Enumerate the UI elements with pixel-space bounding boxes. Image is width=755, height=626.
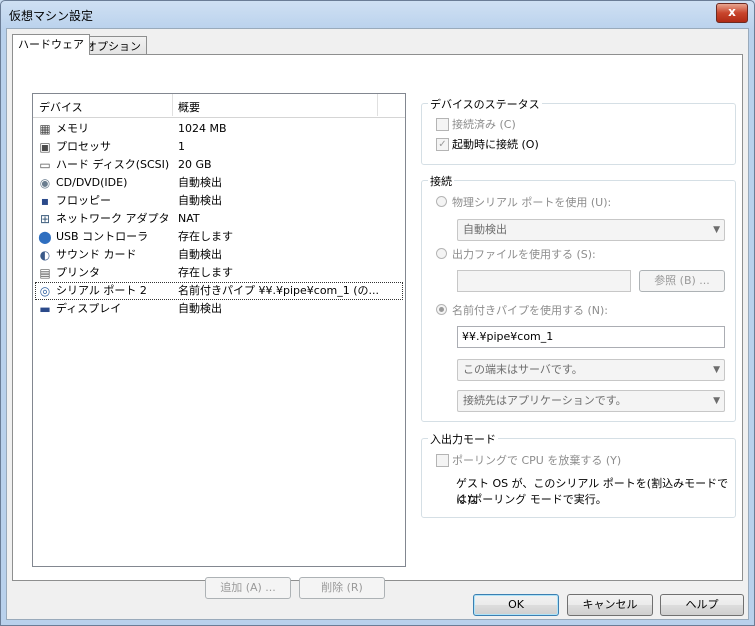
device-summary: 存在します xyxy=(178,230,233,243)
named-pipe-input[interactable]: ¥¥.¥pipe¥com_1 xyxy=(457,326,725,348)
pipe-other-end-value: 接続先はアプリケーションです。 xyxy=(463,394,627,407)
dialog-window: 仮想マシン設定 x ハードウェア オプション デバイス 概要 ▦ メモリ 1024 … xyxy=(0,0,755,626)
connect-at-power-on-label: 起動時に接続 (O) xyxy=(452,138,539,151)
column-divider[interactable] xyxy=(172,94,173,116)
device-row[interactable]: ▪ フロッピー 自動検出 xyxy=(35,192,403,210)
device-row[interactable]: ▤ プリンタ 存在します xyxy=(35,264,403,282)
device-name: CD/DVD(IDE) xyxy=(56,176,128,189)
memory-icon: ▦ xyxy=(39,122,51,136)
physical-port-label: 物理シリアル ポートを使用 (U): xyxy=(452,196,612,209)
physical-port-value: 自動検出 xyxy=(463,223,507,236)
physical-port-radio-circle[interactable] xyxy=(436,196,447,207)
device-name: ネットワーク アダプタ xyxy=(56,212,170,225)
device-summary: 自動検出 xyxy=(178,248,222,261)
named-pipe-radio-circle[interactable] xyxy=(436,304,447,315)
remove-device-button[interactable]: 削除 (R) xyxy=(299,577,385,599)
device-summary: 20 GB xyxy=(178,158,212,171)
named-pipe-label: 名前付きパイプを使用する (N): xyxy=(452,304,609,317)
device-name: シリアル ポート 2 xyxy=(56,284,147,297)
printer-icon: ▤ xyxy=(39,266,51,280)
physical-port-select[interactable]: 自動検出 ▼ xyxy=(457,219,725,241)
device-name: プロセッサ xyxy=(56,140,111,153)
serial-port-icon: ◎ xyxy=(39,284,51,298)
checkmark-icon[interactable]: ✓ xyxy=(436,138,449,151)
output-file-input[interactable] xyxy=(457,270,631,292)
pipe-end-value: この端末はサーバです。 xyxy=(463,363,583,376)
device-summary: 1 xyxy=(178,140,185,153)
close-button[interactable]: x xyxy=(716,3,748,23)
device-name: USB コントローラ xyxy=(56,230,149,243)
display-icon: ▬ xyxy=(39,302,51,316)
dialog-client: ハードウェア オプション デバイス 概要 ▦ メモリ 1024 MB ▣ プロセッサ 1 ▭… xyxy=(6,28,749,620)
usb-icon: ⬤ xyxy=(38,230,52,244)
device-summary: NAT xyxy=(178,212,200,225)
device-status-group: デバイスのステータス 接続済み (C) ✓ 起動時に接続 (O) xyxy=(421,96,736,165)
device-row[interactable]: ⬤ USB コントローラ 存在します xyxy=(35,228,403,246)
column-device-header[interactable]: デバイス xyxy=(39,99,83,115)
floppy-icon: ▪ xyxy=(40,194,50,208)
device-summary: 自動検出 xyxy=(178,302,222,315)
column-summary-header[interactable]: 概要 xyxy=(178,99,200,115)
device-row[interactable]: ◉ CD/DVD(IDE) 自動検出 xyxy=(35,174,403,192)
device-summary: 1024 MB xyxy=(178,122,227,135)
network-adapter-icon: ⊞ xyxy=(39,212,51,226)
device-status-title: デバイスのステータス xyxy=(428,96,542,112)
device-summary: 自動検出 xyxy=(178,176,222,189)
pipe-other-end-select[interactable]: 接続先はアプリケーションです。 ▼ xyxy=(457,390,725,412)
device-name: プリンタ xyxy=(56,266,100,279)
device-row[interactable]: ▦ メモリ 1024 MB xyxy=(35,120,403,138)
tab-options[interactable]: オプション xyxy=(80,36,147,55)
sound-card-icon: ◐ xyxy=(39,248,51,262)
hardware-panel: デバイス 概要 ▦ メモリ 1024 MB ▣ プロセッサ 1 ▭ ハード ディスク(SCSI… xyxy=(12,54,743,599)
device-list-header: デバイス 概要 xyxy=(33,94,405,118)
add-device-button[interactable]: 追加 (A) ... xyxy=(205,577,291,599)
polling-check-box[interactable] xyxy=(436,454,449,467)
device-row[interactable]: ⊞ ネットワーク アダプタ NAT xyxy=(35,210,403,228)
connected-label: 接続済み (C) xyxy=(452,118,516,131)
pipe-end-select[interactable]: この端末はサーバです。 ▼ xyxy=(457,359,725,381)
device-summary: 自動検出 xyxy=(178,194,222,207)
help-button[interactable]: ヘルプ xyxy=(660,594,744,616)
tab-hardware[interactable]: ハードウェア xyxy=(12,34,90,55)
polling-label: ポーリングで CPU を放棄する (Y) xyxy=(452,454,622,467)
device-summary: 名前付きパイプ ¥¥.¥pipe¥com_1 (の... xyxy=(178,284,380,297)
device-name: ハード ディスク(SCSI) xyxy=(56,158,170,171)
window-title: 仮想マシン設定 xyxy=(9,9,94,23)
processor-icon: ▣ xyxy=(39,140,51,154)
device-row[interactable]: ▣ プロセッサ 1 xyxy=(35,138,403,156)
output-file-label: 出力ファイルを使用する (S): xyxy=(452,248,596,261)
device-row[interactable]: ▬ ディスプレイ 自動検出 xyxy=(35,300,403,318)
ok-button[interactable]: OK xyxy=(473,594,559,616)
chevron-down-icon: ▼ xyxy=(713,365,720,375)
device-list[interactable]: デバイス 概要 ▦ メモリ 1024 MB ▣ プロセッサ 1 ▭ ハード ディスク(SCSI… xyxy=(32,93,406,567)
cancel-button[interactable]: キャンセル xyxy=(567,594,653,616)
device-row[interactable]: ▭ ハード ディスク(SCSI) 20 GB xyxy=(35,156,403,174)
device-name: サウンド カード xyxy=(56,248,137,261)
polling-description-line2: く)ポーリング モードで実行。 xyxy=(456,493,607,506)
connected-check-box[interactable] xyxy=(436,118,449,131)
column-divider[interactable] xyxy=(377,94,378,116)
io-mode-title: 入出力モード xyxy=(428,431,498,447)
device-row[interactable]: ◐ サウンド カード 自動検出 xyxy=(35,246,403,264)
chevron-down-icon: ▼ xyxy=(713,225,720,235)
connection-title: 接続 xyxy=(428,173,454,189)
device-name: ディスプレイ xyxy=(56,302,122,315)
hard-disk-icon: ▭ xyxy=(39,158,51,172)
device-summary: 存在します xyxy=(178,266,233,279)
cd-dvd-icon: ◉ xyxy=(39,176,51,190)
chevron-down-icon: ▼ xyxy=(713,396,720,406)
output-file-radio-circle[interactable] xyxy=(436,248,447,259)
title-bar[interactable]: 仮想マシン設定 x xyxy=(1,1,754,29)
connection-group: 接続 物理シリアル ポートを使用 (U): 自動検出 ▼ 出力ファイルを使用する… xyxy=(421,173,736,422)
browse-button[interactable]: 参照 (B) ... xyxy=(639,270,725,292)
device-name: メモリ xyxy=(56,122,89,135)
io-mode-group: 入出力モード ポーリングで CPU を放棄する (Y) ゲスト OS が、このシ… xyxy=(421,431,736,518)
device-name: フロッピー xyxy=(56,194,111,207)
device-row[interactable]: ◎ シリアル ポート 2 名前付きパイプ ¥¥.¥pipe¥com_1 (の... xyxy=(35,282,403,300)
